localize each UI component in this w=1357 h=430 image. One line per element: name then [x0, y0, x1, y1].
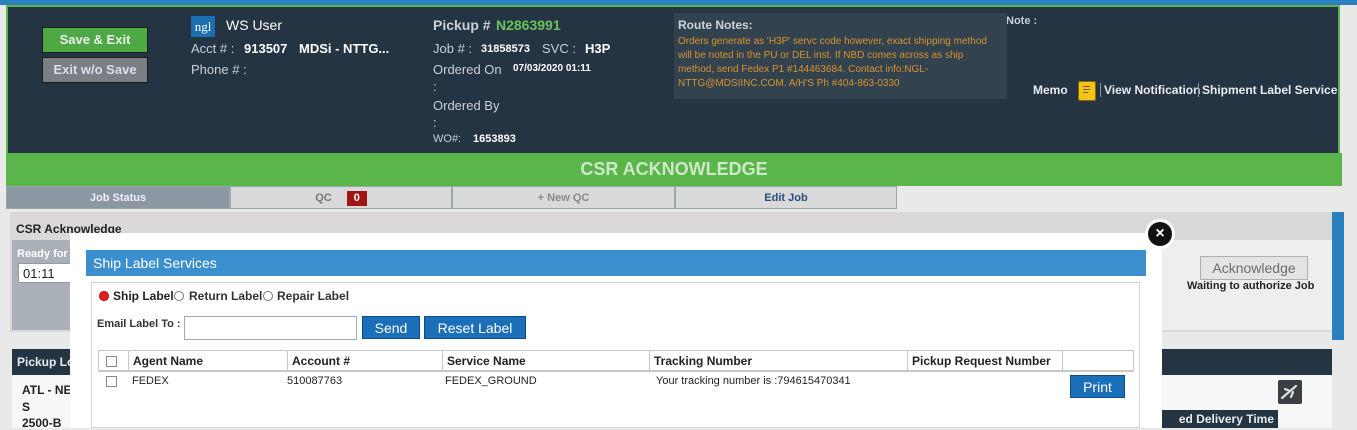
column-header-action — [1062, 351, 1134, 371]
ordered-on-label: Ordered On — [433, 62, 502, 77]
print-button[interactable]: Print — [1070, 375, 1125, 398]
ordered-on-value: 07/03/2020 01:11 — [513, 63, 591, 74]
memo-label: Memo — [1033, 83, 1068, 97]
tab-new-qc[interactable]: + New QC — [452, 186, 675, 209]
airplane-icon — [1278, 380, 1302, 404]
tab-job-status[interactable]: Job Status — [6, 186, 230, 209]
radio-ship-label[interactable] — [99, 291, 109, 301]
radio-return-label-text: Return Label — [189, 289, 263, 303]
column-header: Tracking Number — [649, 351, 907, 371]
ordered-by-colon: : — [433, 115, 437, 130]
job-label: Job # : — [433, 41, 473, 56]
radio-repair-label[interactable] — [263, 291, 273, 301]
right-accent-strip — [1332, 212, 1344, 340]
memo-note-icon[interactable] — [1078, 81, 1096, 101]
email-label: Email Label To : — [97, 318, 181, 330]
column-header: Agent Name — [128, 351, 287, 371]
email-input[interactable] — [184, 316, 357, 340]
note-label: Note : — [1006, 15, 1038, 27]
ordered-by-label: Ordered By — [433, 98, 500, 113]
acct-value: 913507 — [244, 41, 288, 56]
column-header: Pickup Request Number — [907, 351, 1062, 371]
pickup-location-line: S — [22, 400, 31, 414]
pickup-location-label: Pickup Lo — [17, 355, 75, 369]
agent-name-cell: FEDEX — [132, 375, 169, 387]
svc-label: SVC : — [542, 41, 576, 56]
tab-qc-label: QC — [315, 192, 332, 204]
shipment-label-service-link[interactable]: Shipment Label Service — [1202, 83, 1337, 97]
exit-without-save-button[interactable]: Exit w/o Save — [42, 57, 148, 83]
save-exit-button[interactable]: Save & Exit — [42, 27, 148, 53]
modal-title: Ship Label Services — [86, 250, 1146, 276]
qc-count-badge: 0 — [346, 190, 367, 206]
acknowledge-button[interactable]: Acknowledge — [1200, 256, 1308, 280]
column-header: Account # — [287, 351, 442, 371]
wo-value: 1653893 — [473, 133, 516, 145]
radio-return-label[interactable] — [174, 291, 184, 301]
tracking-number-cell: Your tracking number is :794615470341 — [656, 375, 851, 387]
close-button[interactable]: × — [1145, 219, 1175, 249]
csr-acknowledge-banner: CSR ACKNOWLEDGE — [6, 153, 1342, 186]
pickup-number: N2863991 — [496, 17, 561, 33]
delivery-header — [1162, 349, 1332, 375]
reset-label-button[interactable]: Reset Label — [424, 316, 526, 339]
select-all-checkbox[interactable] — [106, 356, 117, 367]
ready-time-field[interactable]: 01:11 — [18, 263, 72, 283]
account-cell: 510087763 — [287, 375, 343, 387]
acct-name: MDSi - NTTG... — [299, 41, 390, 56]
ordered-on-colon: : — [433, 79, 437, 94]
row-checkbox[interactable] — [106, 376, 117, 387]
svc-value: H3P — [585, 41, 611, 56]
separator — [1198, 83, 1199, 97]
wo-label: WO#: — [433, 133, 462, 145]
close-icon: × — [1148, 222, 1172, 246]
send-button[interactable]: Send — [362, 316, 420, 339]
route-notes-title: Route Notes: — [678, 18, 753, 32]
column-header: Service Name — [442, 351, 649, 371]
company-logo: ngl — [191, 16, 215, 37]
pickup-label: Pickup # — [433, 17, 491, 33]
job-header: Save & Exit Exit w/o Save ngl WS User Ac… — [6, 5, 1340, 153]
phone-label: Phone # : — [191, 62, 247, 77]
separator — [1100, 83, 1101, 97]
delivery-time-label: ed Delivery Time — [1162, 410, 1278, 428]
service-name-cell: FEDEX_GROUND — [445, 375, 537, 387]
acct-label: Acct # : — [191, 41, 235, 56]
tab-qc[interactable]: QC 0 — [230, 186, 452, 209]
user-name: WS User — [226, 17, 282, 33]
table-row: FEDEX 510087763 FEDEX_GROUND Your tracki… — [98, 372, 1134, 402]
route-notes-panel: Route Notes: Orders generate as 'H3P' se… — [674, 13, 1007, 99]
job-number: 31858573 — [481, 43, 530, 55]
pickup-location-name: ATL - NE — [22, 383, 72, 397]
ready-for-label: Ready for — [17, 248, 68, 260]
radio-repair-label-text: Repair Label — [277, 289, 350, 303]
view-notification-link[interactable]: View Notification — [1104, 83, 1200, 97]
tab-edit-job[interactable]: Edit Job — [675, 186, 897, 209]
waiting-status: Waiting to authorize Job — [1187, 280, 1315, 292]
route-notes-text: Orders generate as 'H3P' servc code howe… — [678, 36, 987, 89]
radio-ship-label-text: Ship Label — [113, 289, 174, 303]
